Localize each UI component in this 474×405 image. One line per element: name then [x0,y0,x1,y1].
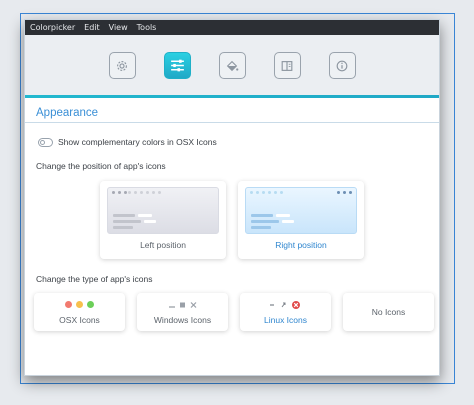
app-window: Colorpicker Edit View Tools Appearance S… [24,19,440,376]
position-label: Change the position of app's icons [36,161,166,171]
book-icon [281,60,293,71]
right-position-option[interactable]: Right position [238,181,364,259]
menu-tools[interactable]: Tools [137,23,157,32]
icon-type-options: OSX Icons Windows Icons Linux Icons No I… [34,293,439,331]
right-position-label: Right position [275,240,327,250]
left-position-option[interactable]: Left position [100,181,226,259]
menubar: Colorpicker Edit View Tools [25,20,439,35]
osx-icons-option[interactable]: OSX Icons [34,293,125,331]
linux-icons-option[interactable]: Linux Icons [240,293,331,331]
toolbar [25,35,439,95]
colors-button[interactable] [218,52,246,79]
osx-traffic-lights-icon [65,300,94,310]
appearance-button[interactable] [163,52,191,79]
complementary-toggle[interactable] [38,137,53,147]
no-icons-label: No Icons [371,307,406,317]
menu-app-name[interactable]: Colorpicker [30,23,75,32]
help-button[interactable] [273,52,301,79]
linux-icons-label: Linux Icons [264,314,307,325]
section-divider [25,122,439,123]
about-button[interactable] [328,52,356,79]
settings-button[interactable] [108,52,136,79]
info-icon [336,60,348,71]
windows-icons-label: Windows Icons [153,314,212,325]
paint-bucket-icon [226,60,239,71]
menu-edit[interactable]: Edit [84,23,100,32]
no-icons-option[interactable]: No Icons [343,293,434,331]
complementary-toggle-row: Show complementary colors in OSX Icons [38,137,439,147]
windows-controls-icon [168,300,198,310]
menu-view[interactable]: View [109,23,128,32]
windows-icons-option[interactable]: Windows Icons [137,293,228,331]
osx-icons-label: OSX Icons [59,314,100,325]
right-position-preview [245,187,357,234]
gear-icon [117,60,127,71]
toolbar-accent-bar [25,95,439,98]
left-position-preview [107,187,219,234]
left-position-label: Left position [140,240,186,250]
linux-controls-icon [269,300,303,310]
position-options: Left position Right position [100,181,439,259]
section-title: Appearance [36,107,99,119]
complementary-toggle-label: Show complementary colors in OSX Icons [58,137,217,147]
sliders-icon [170,59,184,72]
type-label: Change the type of app's icons [36,274,153,284]
